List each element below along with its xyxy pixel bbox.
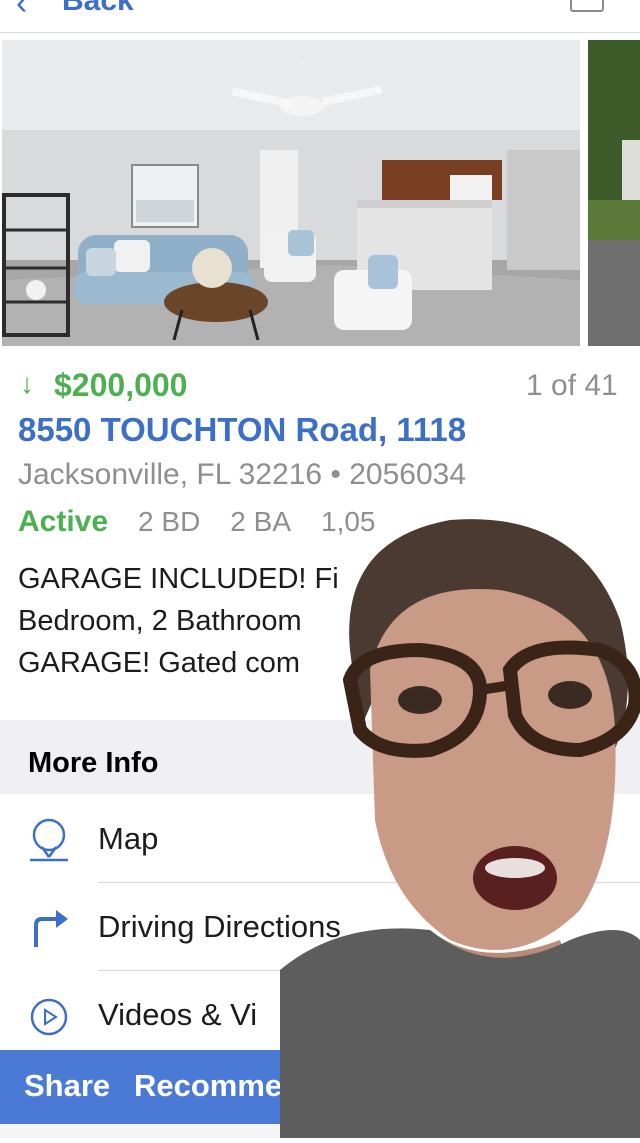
- beds-count: 2 BD: [138, 506, 201, 537]
- videos-label: Videos & Vi: [98, 997, 258, 1032]
- person-illustration: [280, 519, 640, 1138]
- share-square-icon[interactable]: [570, 0, 604, 12]
- price-drop-arrow-icon: ↓: [20, 368, 34, 399]
- photo-gallery[interactable]: [0, 38, 640, 348]
- turn-right-arrow-icon: [34, 910, 68, 947]
- listing-address[interactable]: 8550 TOUCHTON Road, 1118: [18, 410, 466, 450]
- photo-counter: 1 of 41: [526, 369, 618, 402]
- map-label: Map: [98, 821, 159, 856]
- play-circle-icon: [30, 998, 68, 1036]
- exterior-photo-illustration: [588, 40, 640, 346]
- next-listing-photo[interactable]: [588, 40, 640, 346]
- status-badge: Active: [18, 505, 109, 538]
- back-chevron-icon[interactable]: ‹: [16, 0, 27, 20]
- listing-price: $200,000: [54, 367, 188, 403]
- listing-photo[interactable]: [2, 40, 580, 346]
- share-button[interactable]: Share: [24, 1066, 110, 1106]
- living-room-photo-illustration: [2, 40, 580, 346]
- city-state-zip-mls: Jacksonville, FL 32216 • 2056034: [18, 458, 467, 491]
- more-info-title: More Info: [28, 747, 159, 779]
- map-pin-icon: [30, 818, 68, 862]
- back-button[interactable]: Back: [62, 0, 134, 18]
- person-overlay: [280, 500, 640, 1138]
